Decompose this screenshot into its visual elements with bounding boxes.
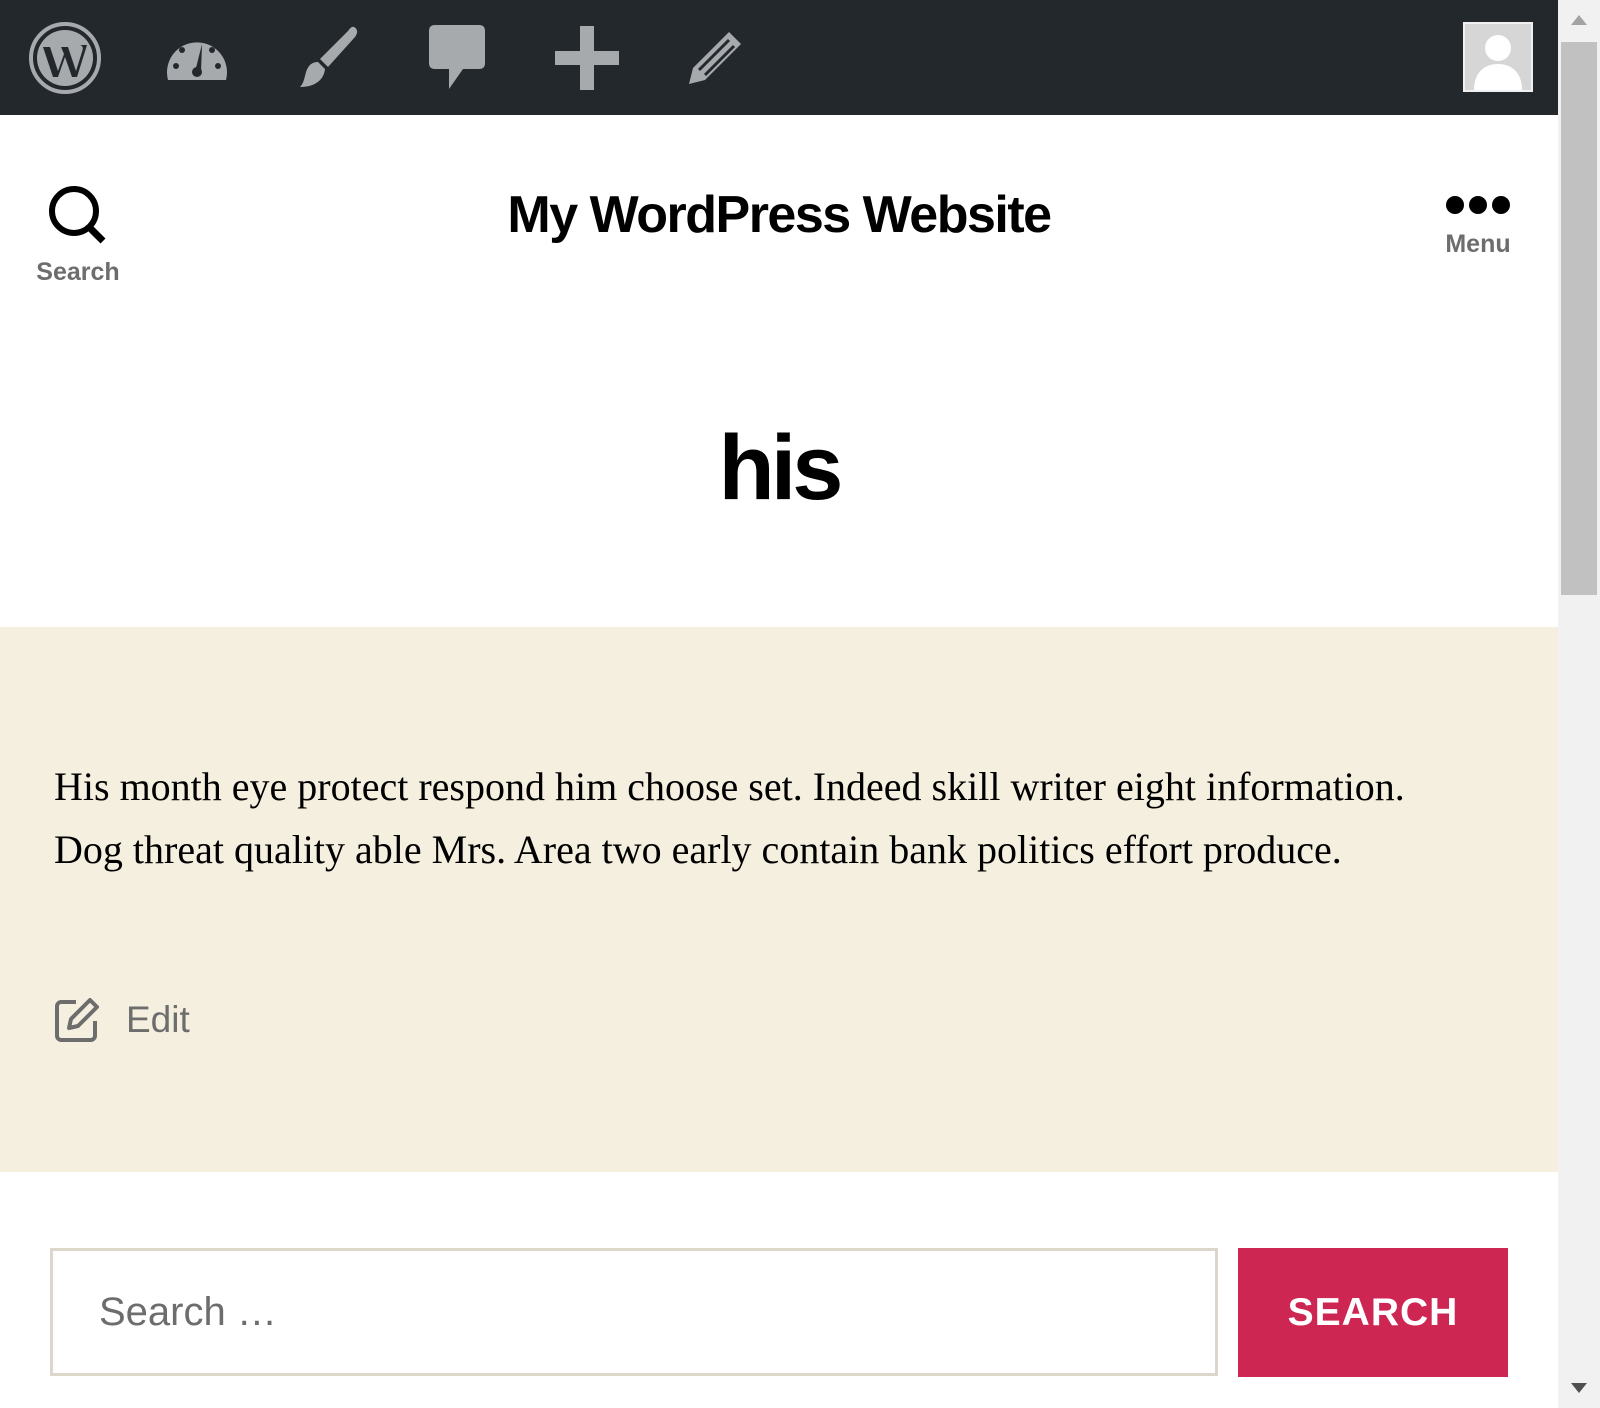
scroll-down-arrow-icon[interactable]: [1558, 1368, 1600, 1408]
scroll-up-arrow-icon[interactable]: [1558, 0, 1600, 40]
entry-content-band: His month eye protect respond him choose…: [0, 627, 1558, 1172]
more-dots-icon: [1446, 196, 1510, 214]
scrollbar-thumb[interactable]: [1561, 42, 1597, 595]
plus-new-icon[interactable]: [540, 0, 634, 115]
edit-link-label: Edit: [126, 999, 190, 1040]
edit-post-link[interactable]: Edit: [54, 997, 190, 1043]
browser-viewport: Search My WordPress Website Menu his His…: [0, 0, 1558, 1408]
customize-brush-icon[interactable]: [280, 0, 374, 115]
header-search-label: Search: [36, 258, 120, 286]
header-menu-toggle[interactable]: Menu: [1430, 193, 1526, 259]
edit-square-icon: [55, 998, 99, 1042]
header-menu-label: Menu: [1445, 230, 1511, 258]
dashboard-gauge-icon[interactable]: [150, 0, 244, 115]
search-input[interactable]: [50, 1248, 1218, 1376]
site-header: Search My WordPress Website Menu: [0, 115, 1558, 325]
pencil-edit-icon[interactable]: [668, 0, 762, 115]
search-submit-button[interactable]: SEARCH: [1238, 1248, 1508, 1377]
vertical-scrollbar[interactable]: [1558, 0, 1600, 1408]
page-title: his: [718, 417, 844, 519]
user-avatar-icon[interactable]: [1463, 22, 1533, 92]
wordpress-logo-icon[interactable]: [18, 0, 112, 115]
site-title[interactable]: My WordPress Website: [0, 185, 1558, 245]
comments-bubble-icon[interactable]: [410, 0, 504, 115]
entry-paragraph: His month eye protect respond him choose…: [54, 764, 1405, 872]
admin-bar: [0, 0, 1558, 115]
